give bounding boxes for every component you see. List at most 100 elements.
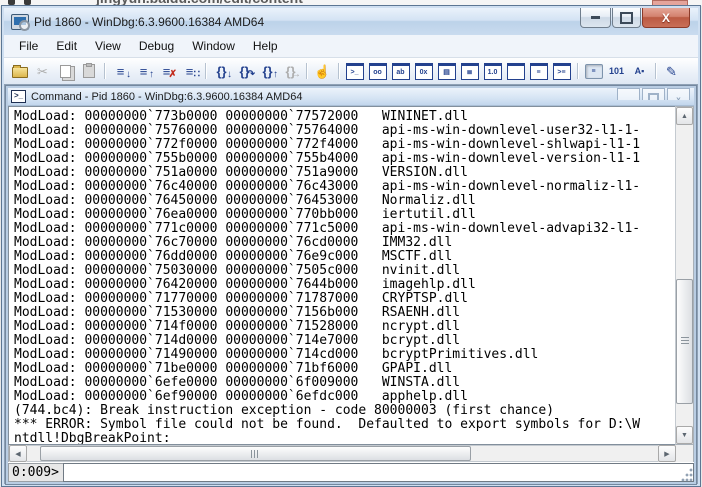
console-line: ModLoad: 00000000`76dd0000 00000000`76e9… (14, 249, 453, 264)
restart-icon: ≡ (139, 63, 148, 79)
watch-window-button[interactable]: oo (367, 61, 388, 81)
main-titlebar[interactable]: Pid 1860 - WinDbg:6.3.9600.16384 AMD64 X (4, 8, 698, 35)
console-line: ModLoad: 00000000`76420000 00000000`7644… (14, 277, 476, 292)
options-button[interactable]: ✎ (661, 61, 682, 81)
close-icon: x (676, 95, 681, 100)
console-line: ModLoad: 00000000`772f0000 00000000`772f… (14, 137, 641, 152)
console-line: ModLoad: 00000000`71be0000 00000000`71bf… (14, 361, 453, 376)
scrollbar-corner (676, 445, 693, 462)
toolbar-separator (338, 63, 339, 79)
break-hand-button[interactable]: ☝ (312, 61, 333, 81)
maximize-button[interactable] (612, 8, 641, 28)
cut-icon: ✂ (37, 63, 48, 79)
registers-window-button[interactable]: 0x (413, 61, 434, 81)
source-window-button[interactable]: ≡ (528, 61, 549, 81)
break-hand-icon: ☝ (314, 63, 331, 79)
open-source-file-button[interactable] (9, 61, 30, 81)
font-options-icon: A▪ (634, 65, 645, 76)
menu-window[interactable]: Window (183, 37, 244, 55)
source-mode-toggle-icon: ≡ (584, 63, 603, 79)
detach-process-button[interactable]: ∷ ≡ (179, 61, 200, 81)
assembly-options-icon: 101 (608, 65, 625, 76)
menu-view[interactable]: View (86, 37, 130, 55)
maximize-icon (620, 11, 633, 24)
console-line: ModLoad: 00000000`714d0000 00000000`714e… (14, 333, 461, 348)
step-over-overlay-icon: ↷ (246, 69, 255, 80)
disassembly-window-button[interactable]: 1.0 (482, 61, 503, 81)
menu-help[interactable]: Help (244, 37, 287, 55)
step-over-button[interactable]: ↷{} (234, 61, 255, 81)
cut-button: ✂ (32, 61, 53, 81)
console-line: *** ERROR: Symbol file could not be foun… (14, 417, 641, 432)
console-line: ModLoad: 00000000`76c70000 00000000`76cd… (14, 235, 453, 250)
resize-grip[interactable] (680, 468, 693, 481)
step-out-overlay-icon: ↑ (273, 69, 278, 80)
vertical-scroll-track[interactable] (676, 125, 693, 426)
scroll-left-button[interactable]: ◀ (9, 445, 27, 462)
command-input-row: 0:009> (8, 462, 694, 482)
minimize-button[interactable] (580, 8, 611, 28)
console-line: ModLoad: 00000000`76c40000 00000000`76c4… (14, 179, 641, 194)
windbg-app-icon (11, 13, 30, 31)
assembly-options-button[interactable]: 101 (606, 61, 627, 81)
vertical-scroll-thumb[interactable] (676, 278, 693, 404)
mdi-client-area: >_ Command - Pid 1860 - WinDbg:6.3.9600.… (4, 84, 698, 485)
step-into-overlay-icon: ↓ (227, 69, 232, 80)
scroll-up-button[interactable]: ▲ (676, 107, 693, 125)
detach-process-icon: ≡ (185, 63, 194, 79)
menu-debug[interactable]: Debug (130, 37, 183, 55)
console-line: ModLoad: 00000000`773b0000 00000000`7757… (14, 109, 468, 124)
copy-icon (60, 64, 71, 78)
command-prompt: 0:009> (8, 463, 63, 482)
font-options-button[interactable]: A▪ (629, 61, 650, 81)
command-window-button[interactable]: >_ (344, 61, 365, 81)
memory-window-icon: ▤ (437, 62, 456, 80)
command-maximize-button[interactable] (642, 88, 665, 100)
console-line: ModLoad: 00000000`6efe0000 00000000`6f00… (14, 375, 461, 390)
step-into-button[interactable]: ↓{} (211, 61, 232, 81)
toolbar: ✂ ↓ ≡ ↑ ≡ ✗ ≡ ∷ ≡ ↓{} ↷{} ↑{} →{} ☝ >_ oo ab 0x ▤ ≣ 1.0 ≡ >≡ ≡ 1… (4, 58, 698, 85)
scratch-pad-window-icon (506, 62, 525, 80)
console-line: ModLoad: 00000000`71770000 00000000`7178… (14, 291, 468, 306)
locals-window-button[interactable]: ab (390, 61, 411, 81)
open-source-file-icon (11, 65, 28, 78)
process-thread-window-icon: >≡ (552, 62, 571, 80)
registers-window-icon: 0x (414, 62, 433, 80)
horizontal-scroll-thumb[interactable] (39, 446, 471, 461)
minimize-icon (591, 16, 600, 19)
command-close-button[interactable]: x (667, 88, 690, 100)
stop-debugging-button[interactable]: ✗ ≡ (156, 61, 177, 81)
console-line: ModLoad: 00000000`71530000 00000000`7156… (14, 305, 461, 320)
command-titlebar[interactable]: >_ Command - Pid 1860 - WinDbg:6.3.9600.… (8, 88, 694, 106)
go-button[interactable]: ↓ ≡ (110, 61, 131, 81)
restart-button[interactable]: ↑ ≡ (133, 61, 154, 81)
menu-edit[interactable]: Edit (47, 37, 86, 55)
memory-window-button[interactable]: ▤ (436, 61, 457, 81)
scroll-down-button[interactable]: ▼ (676, 426, 693, 444)
copy-button (55, 61, 76, 81)
command-minimize-button[interactable] (617, 88, 640, 100)
source-mode-toggle-button[interactable]: ≡ (583, 61, 604, 81)
vertical-scrollbar[interactable]: ▲ ▼ (675, 106, 694, 445)
maximize-icon (648, 93, 659, 100)
console-line: ModLoad: 00000000`6ef90000 00000000`6efd… (14, 389, 468, 404)
scratch-pad-window-button[interactable] (505, 61, 526, 81)
go-overlay-icon: ↓ (126, 69, 131, 80)
scroll-right-button[interactable]: ▶ (658, 445, 676, 462)
horizontal-scroll-track[interactable] (27, 445, 658, 462)
step-out-button[interactable]: ↑{} (257, 61, 278, 81)
step-into-icon: {} (216, 63, 227, 79)
console-line: ModLoad: 00000000`71490000 00000000`714c… (14, 347, 539, 362)
call-stack-window-icon: ≣ (460, 62, 479, 80)
process-thread-window-button[interactable]: >≡ (551, 61, 572, 81)
call-stack-window-button[interactable]: ≣ (459, 61, 480, 81)
command-input[interactable] (62, 463, 694, 482)
toolbar-separator (577, 63, 578, 79)
horizontal-scrollbar[interactable]: ◀ ▶ (8, 445, 694, 462)
menu-file[interactable]: File (10, 37, 47, 55)
detach-process-overlay-icon: ∷ (193, 69, 200, 80)
close-button[interactable]: X (642, 8, 690, 28)
console-line: ModLoad: 00000000`75030000 00000000`7505… (14, 263, 461, 278)
source-window-icon: ≡ (529, 62, 548, 80)
console-line: (744.bc4): Break instruction exception -… (14, 403, 555, 418)
